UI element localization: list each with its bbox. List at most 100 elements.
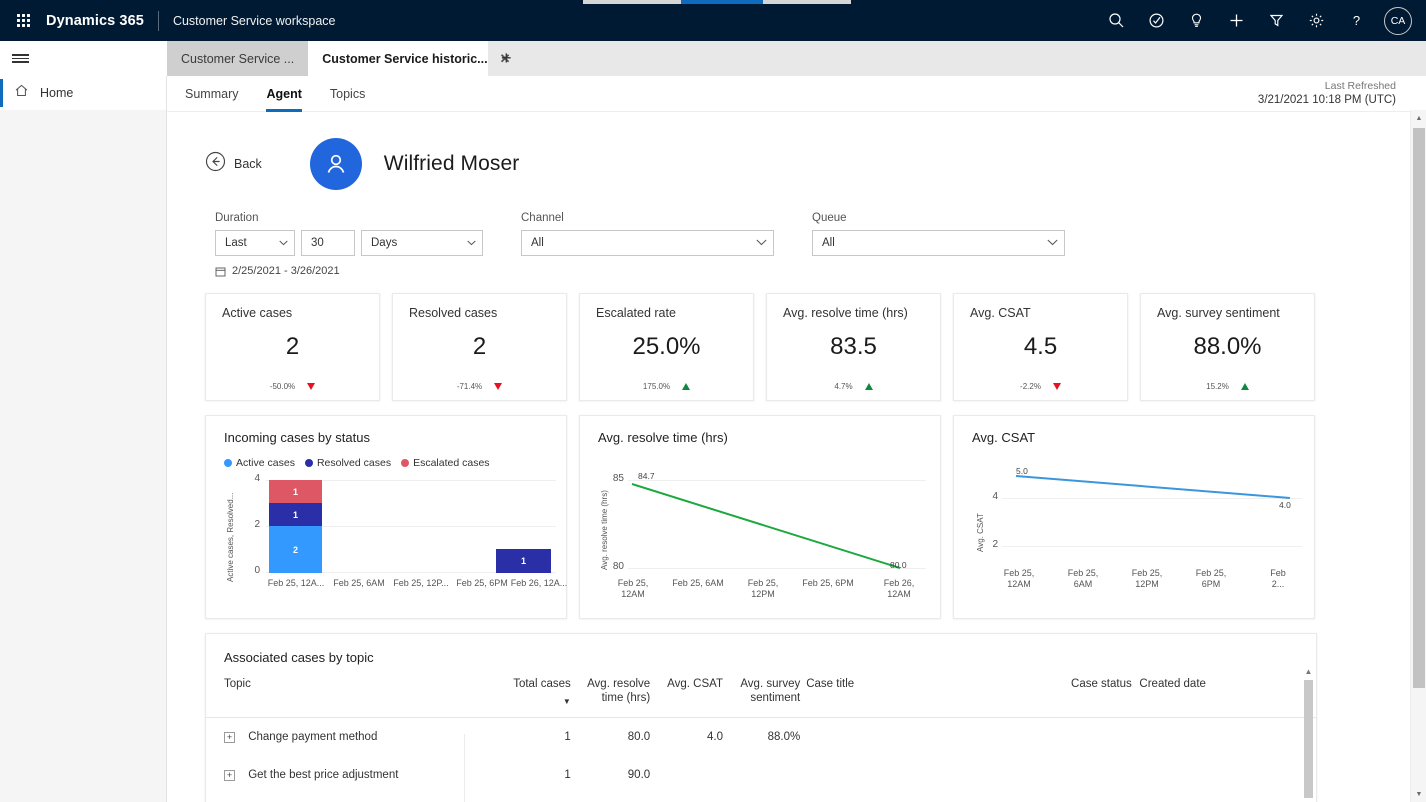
- kpi-delta-value: 15.2%: [1206, 382, 1229, 391]
- cell-created-date: [1139, 756, 1316, 794]
- scroll-up-icon[interactable]: ▲: [1304, 668, 1313, 676]
- duration-unit-select[interactable]: Days: [361, 230, 483, 256]
- legend-label: Active cases: [236, 457, 295, 469]
- column-header-case-status[interactable]: Case status: [1071, 677, 1139, 718]
- tab-label: Topics: [329, 86, 366, 101]
- page-header: Back Wilfried Moser: [167, 112, 1426, 190]
- x-tick: Feb 26, 12A...: [510, 578, 568, 588]
- kpi-resolved-cases[interactable]: Resolved cases 2 -71.4%: [392, 293, 567, 401]
- kpi-value: 4.5: [1023, 333, 1058, 360]
- legend-item-resolved-cases[interactable]: Resolved cases: [304, 457, 391, 469]
- kpi-avg-resolve-time[interactable]: Avg. resolve time (hrs) 83.5 4.7%: [766, 293, 941, 401]
- column-header-avg-resolve-time[interactable]: Avg. resolve time (hrs): [577, 677, 656, 718]
- add-tab-button[interactable]: +: [488, 41, 524, 76]
- scroll-up-icon[interactable]: ▲: [1411, 110, 1426, 126]
- kpi-delta-value: 4.7%: [834, 382, 853, 391]
- cell-resolve-time: 80.0: [627, 731, 651, 744]
- scroll-down-icon[interactable]: ▼: [1411, 786, 1426, 802]
- back-button[interactable]: Back: [205, 151, 262, 177]
- kpi-delta: 4.7%: [767, 382, 940, 391]
- associated-cases-table: Topic Total cases ▼ Avg. resolve time (h…: [206, 677, 1316, 794]
- legend-item-escalated-cases[interactable]: Escalated cases: [401, 457, 490, 469]
- x-tick: Feb 25, 6AM: [1067, 568, 1099, 590]
- cell-case-title: [806, 756, 1071, 794]
- column-header-total-cases[interactable]: Total cases ▼: [491, 677, 577, 718]
- cell-case-status: [1071, 756, 1139, 794]
- legend-item-active-cases[interactable]: Active cases: [224, 457, 295, 469]
- column-header-avg-csat[interactable]: Avg. CSAT: [656, 677, 729, 718]
- avatar[interactable]: CA: [1384, 6, 1412, 35]
- chart-plot-area: Avg. resolve time (hrs) 85 80 84.7 80.0 …: [580, 460, 942, 610]
- table-scrollbar[interactable]: ▲: [1304, 668, 1313, 802]
- sidebar-item-home[interactable]: Home: [0, 76, 166, 110]
- table-title: Associated cases by topic: [224, 650, 374, 665]
- legend-swatch: [304, 459, 313, 467]
- date-range: 2/25/2021 - 3/26/2021: [167, 256, 1426, 277]
- help-icon[interactable]: ?: [1336, 0, 1376, 41]
- cell-csat: [656, 756, 729, 794]
- kpi-avg-survey-sentiment[interactable]: Avg. survey sentiment 88.0% 15.2%: [1140, 293, 1315, 401]
- chart-title: Incoming cases by status: [224, 430, 370, 445]
- back-arrow-icon: [205, 151, 226, 177]
- date-range-text: 2/25/2021 - 3/26/2021: [232, 265, 340, 277]
- chevron-down-icon: [271, 237, 288, 249]
- bar-escalated-cases[interactable]: 1: [269, 480, 322, 503]
- bar-resolved-cases[interactable]: 1: [269, 503, 322, 526]
- cell-created-date: [1139, 718, 1316, 757]
- duration-unit-value: Days: [371, 237, 398, 249]
- lightbulb-icon[interactable]: [1176, 0, 1216, 41]
- chart-row: Incoming cases by status Active cases Re…: [167, 401, 1426, 619]
- chart-avg-csat: Avg. CSAT Avg. CSAT 4 2 5.0 4.0 Feb 25, …: [953, 415, 1315, 619]
- channel-label: Channel: [521, 212, 564, 224]
- tab-agent[interactable]: Agent: [266, 76, 303, 112]
- tab-topics[interactable]: Topics: [330, 76, 365, 112]
- column-label: Avg. survey sentiment: [740, 678, 801, 705]
- legend-swatch: [401, 459, 410, 467]
- page-scroll-thumb[interactable]: [1413, 128, 1425, 688]
- bar-resolved-cases[interactable]: 1: [496, 549, 551, 573]
- waffle-icon[interactable]: [0, 0, 46, 41]
- y-tick: 2: [254, 519, 260, 530]
- column-label: Case title: [806, 678, 855, 690]
- page-scrollbar[interactable]: ▲ ▼: [1410, 110, 1426, 802]
- trend-up-icon: [682, 383, 691, 390]
- channel-select[interactable]: All: [521, 230, 774, 256]
- tab-customer-service-historical[interactable]: Customer Service historic... ✕: [308, 41, 510, 76]
- duration-label: Duration: [215, 212, 259, 224]
- filter-channel: Channel All: [521, 212, 774, 256]
- expand-icon[interactable]: +: [224, 769, 235, 781]
- kpi-value: 2: [285, 333, 300, 360]
- table-row[interactable]: + Get the best price adjustment 1 90.0: [206, 756, 1316, 794]
- hamburger-menu-icon[interactable]: [0, 41, 167, 76]
- column-header-created-date[interactable]: Created date: [1139, 677, 1316, 718]
- expand-icon[interactable]: +: [224, 731, 235, 743]
- search-icon[interactable]: [1096, 0, 1136, 41]
- bar-active-cases[interactable]: 2: [269, 526, 322, 573]
- kpi-avg-csat[interactable]: Avg. CSAT 4.5 -2.2%: [953, 293, 1128, 401]
- tab-summary[interactable]: Summary: [185, 76, 238, 112]
- queue-value: All: [822, 237, 835, 249]
- assistant-icon[interactable]: [1136, 0, 1176, 41]
- duration-value: 30: [311, 237, 324, 249]
- column-header-avg-survey-sentiment[interactable]: Avg. survey sentiment: [729, 677, 806, 718]
- plus-icon[interactable]: [1216, 0, 1256, 41]
- kpi-active-cases[interactable]: Active cases 2 -50.0%: [205, 293, 380, 401]
- filter-icon[interactable]: [1256, 0, 1296, 41]
- column-header-topic[interactable]: Topic: [206, 677, 491, 718]
- dashboard-tabs: Summary Agent Topics Last Refreshed 3/21…: [167, 76, 1426, 112]
- kpi-escalated-rate[interactable]: Escalated rate 25.0% 175.0%: [579, 293, 754, 401]
- x-tick: Feb 2...: [1270, 568, 1286, 590]
- queue-select[interactable]: All: [812, 230, 1065, 256]
- table-row[interactable]: + Change payment method 1 80.0 4.0 88.0%: [206, 718, 1316, 757]
- topic-label: Get the best price adjustment: [248, 769, 399, 782]
- gear-icon[interactable]: [1296, 0, 1336, 41]
- cell-topic: + Change payment method: [206, 718, 491, 757]
- point-label: 80.0: [890, 560, 907, 570]
- table-scroll-thumb[interactable]: [1304, 680, 1313, 798]
- dashboard-scroll-area: Back Wilfried Moser Duration Last 30 Day…: [167, 112, 1426, 802]
- duration-operator-select[interactable]: Last: [215, 230, 295, 256]
- duration-value-input[interactable]: 30: [301, 230, 355, 256]
- tab-customer-service[interactable]: Customer Service ...: [167, 41, 309, 76]
- column-header-case-title[interactable]: Case title: [806, 677, 1071, 718]
- chart-plot-area: Active cases, Resolved... 4 2 0 1 1 2 1 …: [206, 473, 568, 608]
